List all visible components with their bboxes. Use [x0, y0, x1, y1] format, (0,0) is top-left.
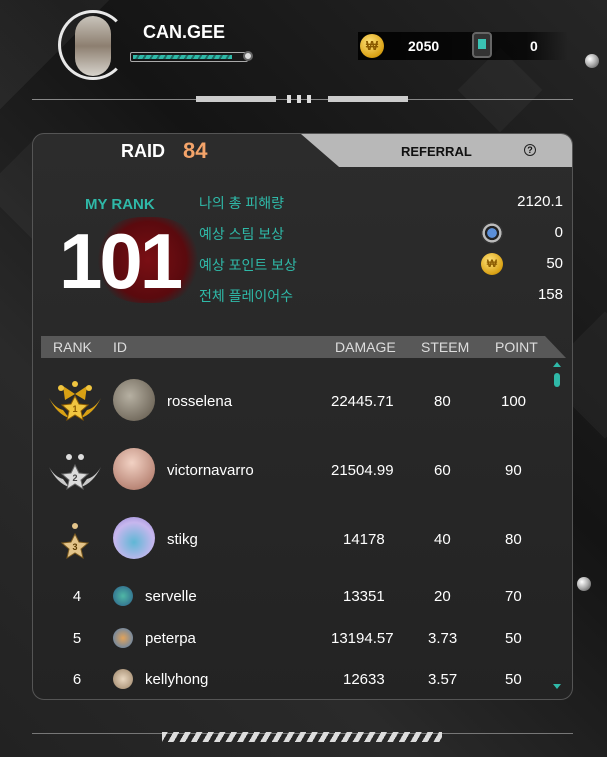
damage-value: 14178 — [343, 531, 385, 548]
scroll-up-arrow-icon[interactable] — [553, 362, 561, 367]
stat-expected-steem: 예상 스팀 보상 0 — [199, 222, 563, 244]
table-row[interactable]: 1 rosselena 22445.71 80 100 — [41, 374, 551, 434]
raid-number: 84 — [183, 138, 208, 163]
steem-value: 60 — [434, 462, 451, 479]
steem-value: 40 — [434, 531, 451, 548]
column-header-id: ID — [113, 339, 127, 355]
damage-value: 12633 — [343, 671, 385, 688]
stat-label: 예상 포인트 보상 — [199, 257, 297, 273]
point-value: 50 — [505, 671, 522, 688]
username: CAN.GEE — [143, 22, 226, 42]
point-value: 70 — [505, 588, 522, 605]
stat-value: 0 — [554, 224, 563, 241]
avatar[interactable] — [113, 669, 133, 689]
scrollbar-thumb[interactable] — [554, 373, 560, 387]
stat-label: 전체 플레이어수 — [199, 288, 294, 304]
damage-value: 13194.57 — [331, 630, 394, 647]
stat-total-players: 전체 플레이어수 158 — [199, 284, 563, 306]
stat-label: 예상 스팀 보상 — [199, 226, 285, 242]
damage-value: 22445.71 — [331, 393, 394, 410]
point-value: 100 — [501, 393, 527, 410]
rank-badge-number: 3 — [72, 542, 77, 552]
player-id[interactable]: stikg — [167, 531, 198, 548]
column-header-steem: STEEM — [421, 339, 470, 355]
avatar[interactable] — [113, 517, 155, 559]
coin-count: 2050 — [408, 38, 440, 54]
table-row[interactable]: 3 stikg 14178 40 80 — [41, 512, 551, 572]
stat-value: 2120.1 — [517, 193, 563, 210]
stat-label: 나의 총 피해량 — [199, 195, 285, 211]
decorative-orb — [585, 54, 599, 68]
tab-referral-label: REFERRAL — [401, 144, 472, 159]
leaderboard-header: RANK ID DAMAGE STEEM POINT — [41, 336, 566, 358]
raid-panel: RAID 84 REFERRAL ? MY RANK 101 나의 총 피해량 … — [32, 133, 573, 700]
footer-ornament — [162, 732, 442, 742]
tab-referral[interactable]: REFERRAL ? — [301, 134, 572, 167]
steem-icon — [481, 222, 503, 244]
point-value: 90 — [505, 462, 522, 479]
stat-expected-point: 예상 포인트 보상 ₩ 50 — [199, 253, 563, 275]
divider-ornament — [196, 96, 276, 102]
avatar[interactable] — [113, 628, 133, 648]
rank-3-badge-icon: 3 — [60, 523, 90, 560]
help-icon[interactable]: ? — [524, 144, 536, 156]
player-id[interactable]: peterpa — [145, 630, 196, 647]
point-value: 80 — [505, 531, 522, 548]
column-header-damage: DAMAGE — [335, 339, 396, 355]
steem-value: 80 — [434, 393, 451, 410]
stat-value: 50 — [546, 255, 563, 272]
damage-value: 13351 — [343, 588, 385, 605]
column-header-rank: RANK — [53, 339, 92, 355]
ticket-count: 0 — [530, 38, 538, 54]
rank-number: 5 — [72, 630, 82, 647]
point-icon: ₩ — [481, 253, 503, 275]
xp-bar — [130, 52, 248, 62]
divider-ornament — [328, 96, 408, 102]
rank-badge-number: 1 — [72, 404, 77, 414]
xp-bar-marker — [243, 51, 253, 61]
steem-value: 20 — [434, 588, 451, 605]
rank-number: 4 — [72, 588, 82, 605]
player-id[interactable]: rosselena — [167, 393, 232, 410]
coin-icon: ₩ — [360, 34, 384, 58]
stat-value: 158 — [537, 286, 563, 303]
my-rank-label: MY RANK — [85, 196, 155, 213]
tab-raid[interactable]: RAID — [121, 141, 165, 162]
table-row[interactable]: 4 servelle 13351 20 70 — [41, 582, 551, 612]
table-row[interactable]: 2 victornavarro 21504.99 60 90 — [41, 443, 551, 503]
player-id[interactable]: kellyhong — [145, 671, 208, 688]
rank-badge-number: 2 — [72, 473, 77, 483]
xp-bar-fill — [133, 55, 232, 59]
avatar[interactable] — [113, 448, 155, 490]
player-id[interactable]: victornavarro — [167, 462, 254, 479]
player-id[interactable]: servelle — [145, 588, 197, 605]
stat-total-damage: 나의 총 피해량 2120.1 — [199, 191, 563, 213]
avatar[interactable] — [75, 16, 111, 76]
my-rank-value: 101 — [59, 217, 183, 305]
steem-value: 3.57 — [428, 671, 458, 688]
table-row[interactable]: 5 peterpa 13194.57 3.73 50 — [41, 624, 551, 654]
rank-2-badge-icon: 2 — [49, 454, 101, 491]
table-row[interactable]: 6 kellyhong 12633 3.57 50 — [41, 665, 551, 695]
bg-tile — [457, 47, 543, 133]
damage-value: 21504.99 — [331, 462, 394, 479]
decorative-orb — [577, 577, 591, 591]
divider-ornament — [287, 95, 317, 103]
avatar[interactable] — [113, 379, 155, 421]
rank-number: 6 — [72, 671, 82, 688]
point-value: 50 — [505, 630, 522, 647]
rank-1-badge-icon: 1 — [49, 381, 101, 422]
column-header-point: POINT — [495, 339, 538, 355]
ticket-icon — [472, 32, 492, 58]
steem-value: 3.73 — [428, 630, 458, 647]
avatar[interactable] — [113, 586, 133, 606]
scroll-down-arrow-icon[interactable] — [553, 684, 561, 689]
